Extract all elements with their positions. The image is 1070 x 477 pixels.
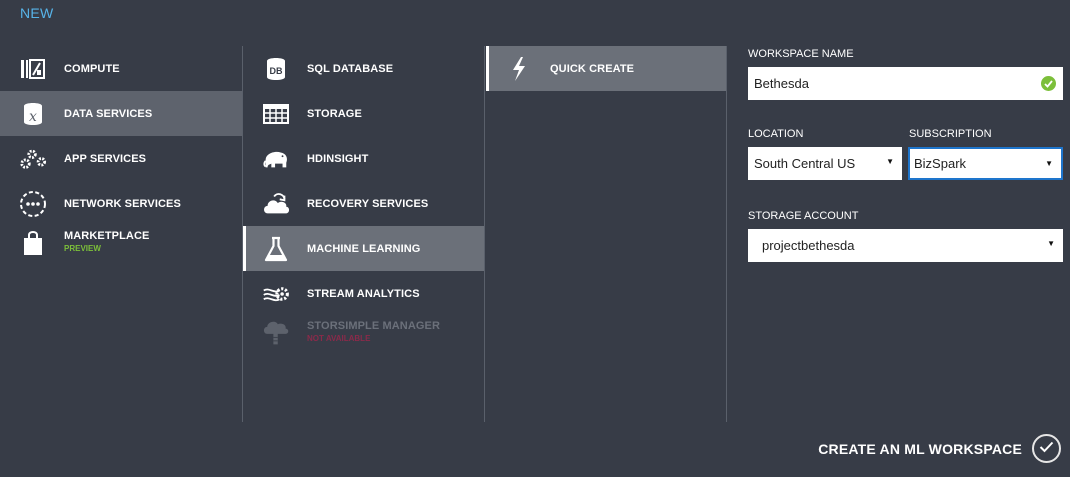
service-label: RECOVERY SERVICES: [307, 197, 429, 210]
service-stream-analytics[interactable]: STREAM ANALYTICS: [243, 271, 485, 316]
storage-account-label: STORAGE ACCOUNT: [748, 210, 859, 222]
network-services-icon: [19, 190, 47, 218]
category-marketplace[interactable]: MARKETPLACE PREVIEW: [0, 226, 242, 274]
hdinsight-elephant-icon: [262, 145, 290, 173]
subscription-select[interactable]: BizSpark: [908, 147, 1063, 180]
category-compute[interactable]: COMPUTE: [0, 46, 242, 91]
workspace-name-value: Bethesda: [754, 76, 809, 91]
storage-icon: [262, 100, 290, 128]
machine-learning-flask-icon: [262, 235, 290, 263]
service-label: SQL DATABASE: [307, 62, 394, 75]
lightning-bolt-icon: [505, 55, 533, 83]
service-storsimple-manager: STORSIMPLE MANAGER NOT AVAILABLE: [243, 316, 485, 364]
service-label: HDINSIGHT: [307, 152, 369, 165]
service-label: STORAGE: [307, 107, 362, 120]
action-quick-create[interactable]: QUICK CREATE: [486, 46, 726, 91]
category-label: DATA SERVICES: [64, 107, 153, 120]
valid-check-icon: [1041, 76, 1056, 91]
svg-text:DB: DB: [270, 66, 283, 76]
category-label: MARKETPLACE: [64, 230, 150, 242]
category-data-services[interactable]: x DATA SERVICES: [0, 91, 242, 136]
service-machine-learning[interactable]: MACHINE LEARNING: [243, 226, 485, 271]
service-label: MACHINE LEARNING: [307, 242, 421, 255]
service-hdinsight[interactable]: HDINSIGHT: [243, 136, 485, 181]
storage-account-select[interactable]: projectbethesda: [748, 229, 1063, 262]
marketplace-icon: [19, 229, 47, 257]
service-label: STORSIMPLE MANAGER: [307, 320, 440, 332]
preview-badge: PREVIEW: [64, 244, 101, 253]
storsimple-cloud-icon: [262, 319, 290, 347]
subscription-label: SUBSCRIPTION: [909, 128, 992, 140]
workspace-name-input[interactable]: Bethesda: [748, 67, 1063, 100]
service-sql-database[interactable]: DB SQL DATABASE: [243, 46, 485, 91]
create-workspace-button[interactable]: [1032, 434, 1061, 463]
create-workspace-label[interactable]: CREATE AN ML WORKSPACE: [818, 441, 1022, 457]
workspace-name-label: WORKSPACE NAME: [748, 48, 854, 60]
location-select[interactable]: South Central US: [748, 147, 902, 180]
recovery-services-icon: [262, 190, 290, 218]
category-list: COMPUTE x DATA SERVICES APP SERVICES NET…: [0, 46, 242, 274]
service-storage[interactable]: STORAGE: [243, 91, 485, 136]
subscription-value: BizSpark: [914, 156, 967, 171]
svg-text:x: x: [29, 109, 37, 125]
action-list: QUICK CREATE: [486, 46, 726, 91]
action-label: QUICK CREATE: [550, 62, 635, 75]
not-available-badge: NOT AVAILABLE: [307, 334, 371, 343]
category-label: COMPUTE: [64, 62, 120, 75]
stream-analytics-icon: [262, 280, 290, 308]
data-services-icon: x: [19, 100, 47, 128]
category-label: NETWORK SERVICES: [64, 197, 181, 210]
app-services-icon: [19, 145, 47, 173]
checkmark-icon: [1039, 440, 1054, 458]
location-value: South Central US: [754, 156, 856, 171]
column-divider: [726, 46, 727, 422]
service-recovery-services[interactable]: RECOVERY SERVICES: [243, 181, 485, 226]
compute-icon: [19, 55, 47, 83]
sql-database-icon: DB: [262, 55, 290, 83]
service-label: STREAM ANALYTICS: [307, 287, 420, 300]
category-app-services[interactable]: APP SERVICES: [0, 136, 242, 181]
service-list: DB SQL DATABASE STORAGE HDINSIGHT RECOVE…: [243, 46, 485, 364]
page-title: NEW: [20, 5, 54, 21]
column-divider: [484, 46, 485, 422]
category-label: APP SERVICES: [64, 152, 147, 165]
category-network-services[interactable]: NETWORK SERVICES: [0, 181, 242, 226]
storage-account-value: projectbethesda: [762, 238, 855, 253]
location-label: LOCATION: [748, 128, 804, 140]
